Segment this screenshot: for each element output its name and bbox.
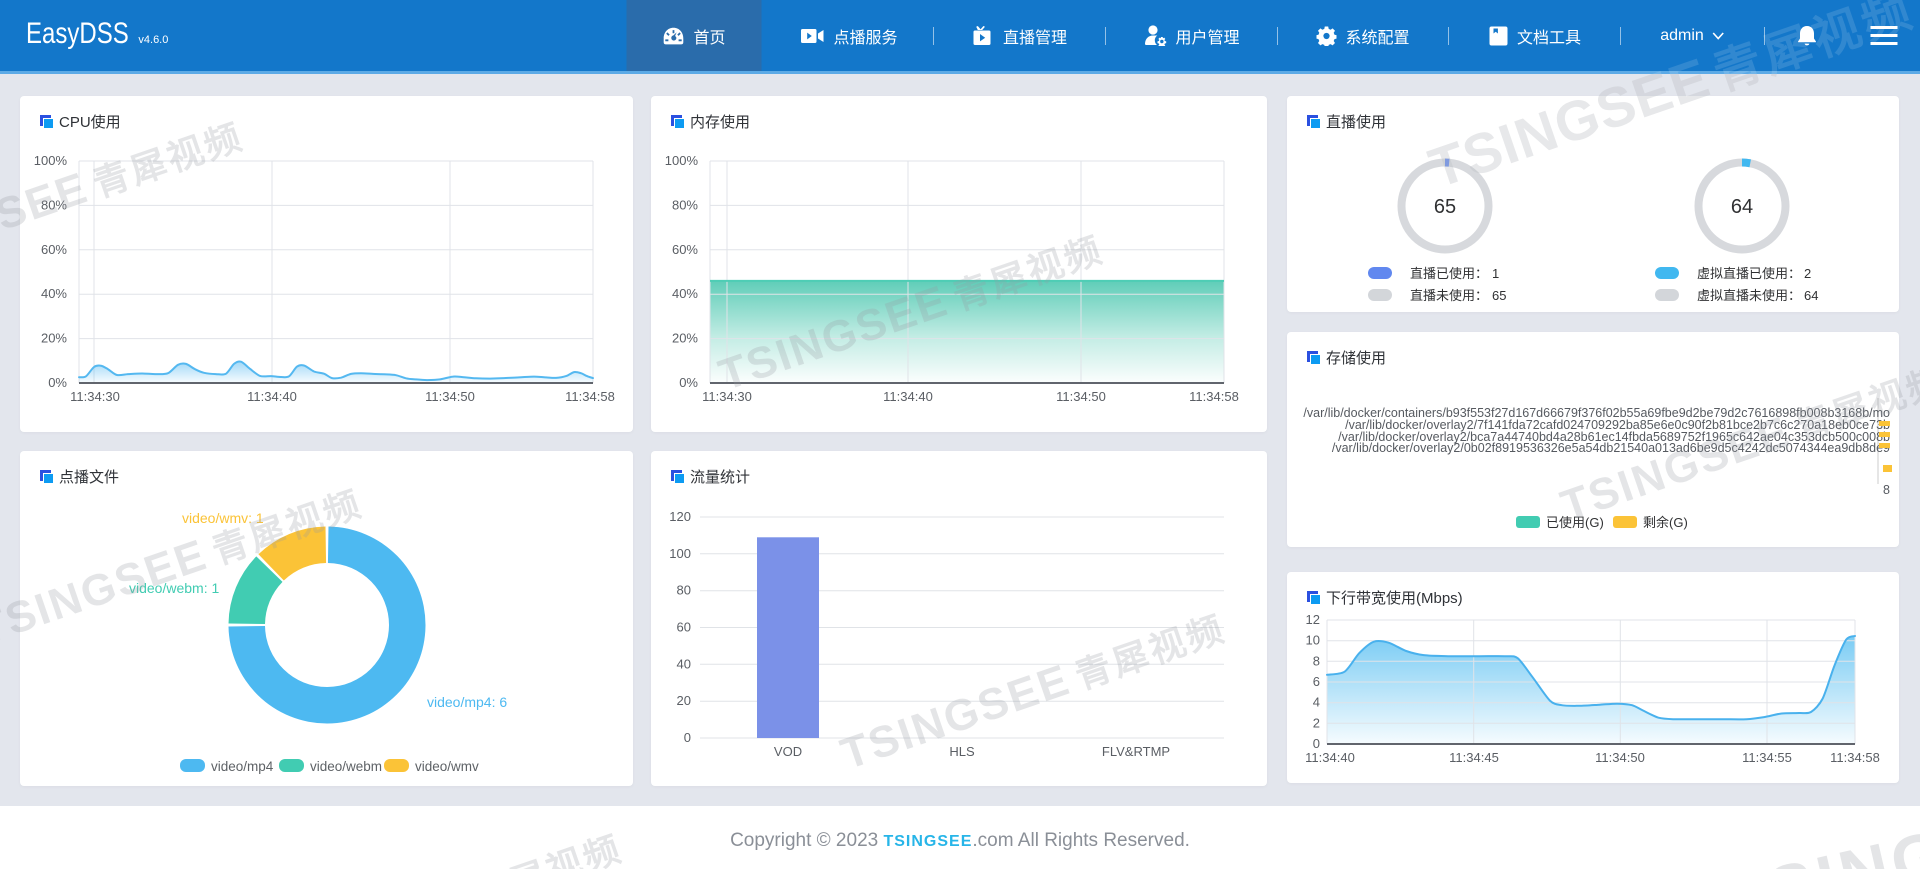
svg-text:11:34:30: 11:34:30 (70, 389, 120, 404)
svg-text:1: 1 (1492, 266, 1499, 281)
svg-text:100%: 100% (665, 153, 699, 168)
svg-text:20: 20 (677, 693, 691, 708)
svg-text:11:34:40: 11:34:40 (1305, 750, 1355, 765)
svg-text:100: 100 (669, 546, 691, 561)
svg-text:video/webm: 1: video/webm: 1 (129, 580, 219, 596)
svg-text:11:34:50: 11:34:50 (425, 389, 475, 404)
svg-text:80: 80 (677, 583, 691, 598)
svg-text:video/mp4: video/mp4 (211, 759, 274, 774)
svg-text:video/mp4: 6: video/mp4: 6 (427, 694, 507, 710)
svg-text:20%: 20% (672, 331, 698, 346)
svg-text:11:34:40: 11:34:40 (247, 389, 297, 404)
svg-text:剩余(G): 剩余(G) (1643, 515, 1688, 530)
svg-text:HLS: HLS (949, 744, 975, 759)
svg-text:VOD: VOD (774, 744, 802, 759)
svg-text:video/webm: video/webm (310, 759, 382, 774)
svg-text:80%: 80% (41, 197, 67, 212)
svg-text:65: 65 (1434, 196, 1456, 218)
svg-text:4: 4 (1313, 695, 1320, 710)
svg-text:0%: 0% (679, 375, 698, 390)
svg-text:11:34:58: 11:34:58 (565, 389, 615, 404)
svg-text:12: 12 (1306, 612, 1320, 627)
svg-text:11:34:40: 11:34:40 (883, 389, 933, 404)
svg-text:已使用(G): 已使用(G) (1546, 515, 1604, 530)
svg-text:2: 2 (1313, 715, 1320, 730)
svg-text:40: 40 (677, 656, 691, 671)
svg-text:40%: 40% (41, 286, 67, 301)
svg-text:video/wmv: video/wmv (415, 759, 479, 774)
svg-text:2: 2 (1804, 266, 1811, 281)
svg-text:video/wmv: 1: video/wmv: 1 (182, 510, 264, 526)
svg-text:60: 60 (677, 620, 691, 635)
svg-text:8: 8 (1883, 483, 1890, 497)
svg-text:8: 8 (1313, 653, 1320, 668)
svg-text:11:34:55: 11:34:55 (1742, 750, 1792, 765)
svg-text:11:34:58: 11:34:58 (1830, 750, 1880, 765)
svg-text:虚拟直播未使用：: 虚拟直播未使用： (1697, 288, 1801, 303)
svg-text:0: 0 (1313, 736, 1320, 751)
svg-text:/var/lib/docker/overlay2/0b02f: /var/lib/docker/overlay2/0b02f8919536326… (1332, 441, 1890, 455)
svg-text:64: 64 (1731, 196, 1753, 218)
svg-text:6: 6 (1313, 674, 1320, 689)
svg-text:65: 65 (1492, 288, 1506, 303)
svg-text:64: 64 (1804, 288, 1818, 303)
svg-text:11:34:50: 11:34:50 (1056, 389, 1106, 404)
svg-text:40%: 40% (672, 286, 698, 301)
svg-text:100%: 100% (34, 153, 68, 168)
svg-text:11:34:30: 11:34:30 (702, 389, 752, 404)
svg-text:80%: 80% (672, 197, 698, 212)
svg-text:60%: 60% (672, 242, 698, 257)
svg-text:60%: 60% (41, 242, 67, 257)
svg-text:10: 10 (1306, 633, 1320, 648)
svg-text:11:34:45: 11:34:45 (1449, 750, 1499, 765)
svg-text:0: 0 (684, 730, 691, 745)
svg-text:虚拟直播已使用：: 虚拟直播已使用： (1697, 266, 1801, 281)
svg-text:直播未使用：: 直播未使用： (1410, 288, 1488, 303)
svg-text:FLV&RTMP: FLV&RTMP (1102, 744, 1170, 759)
svg-text:11:34:58: 11:34:58 (1189, 389, 1239, 404)
svg-text:20%: 20% (41, 331, 67, 346)
svg-text:120: 120 (669, 509, 691, 524)
svg-text:0%: 0% (48, 375, 67, 390)
svg-text:直播已使用：: 直播已使用： (1410, 266, 1488, 281)
svg-text:11:34:50: 11:34:50 (1595, 750, 1645, 765)
